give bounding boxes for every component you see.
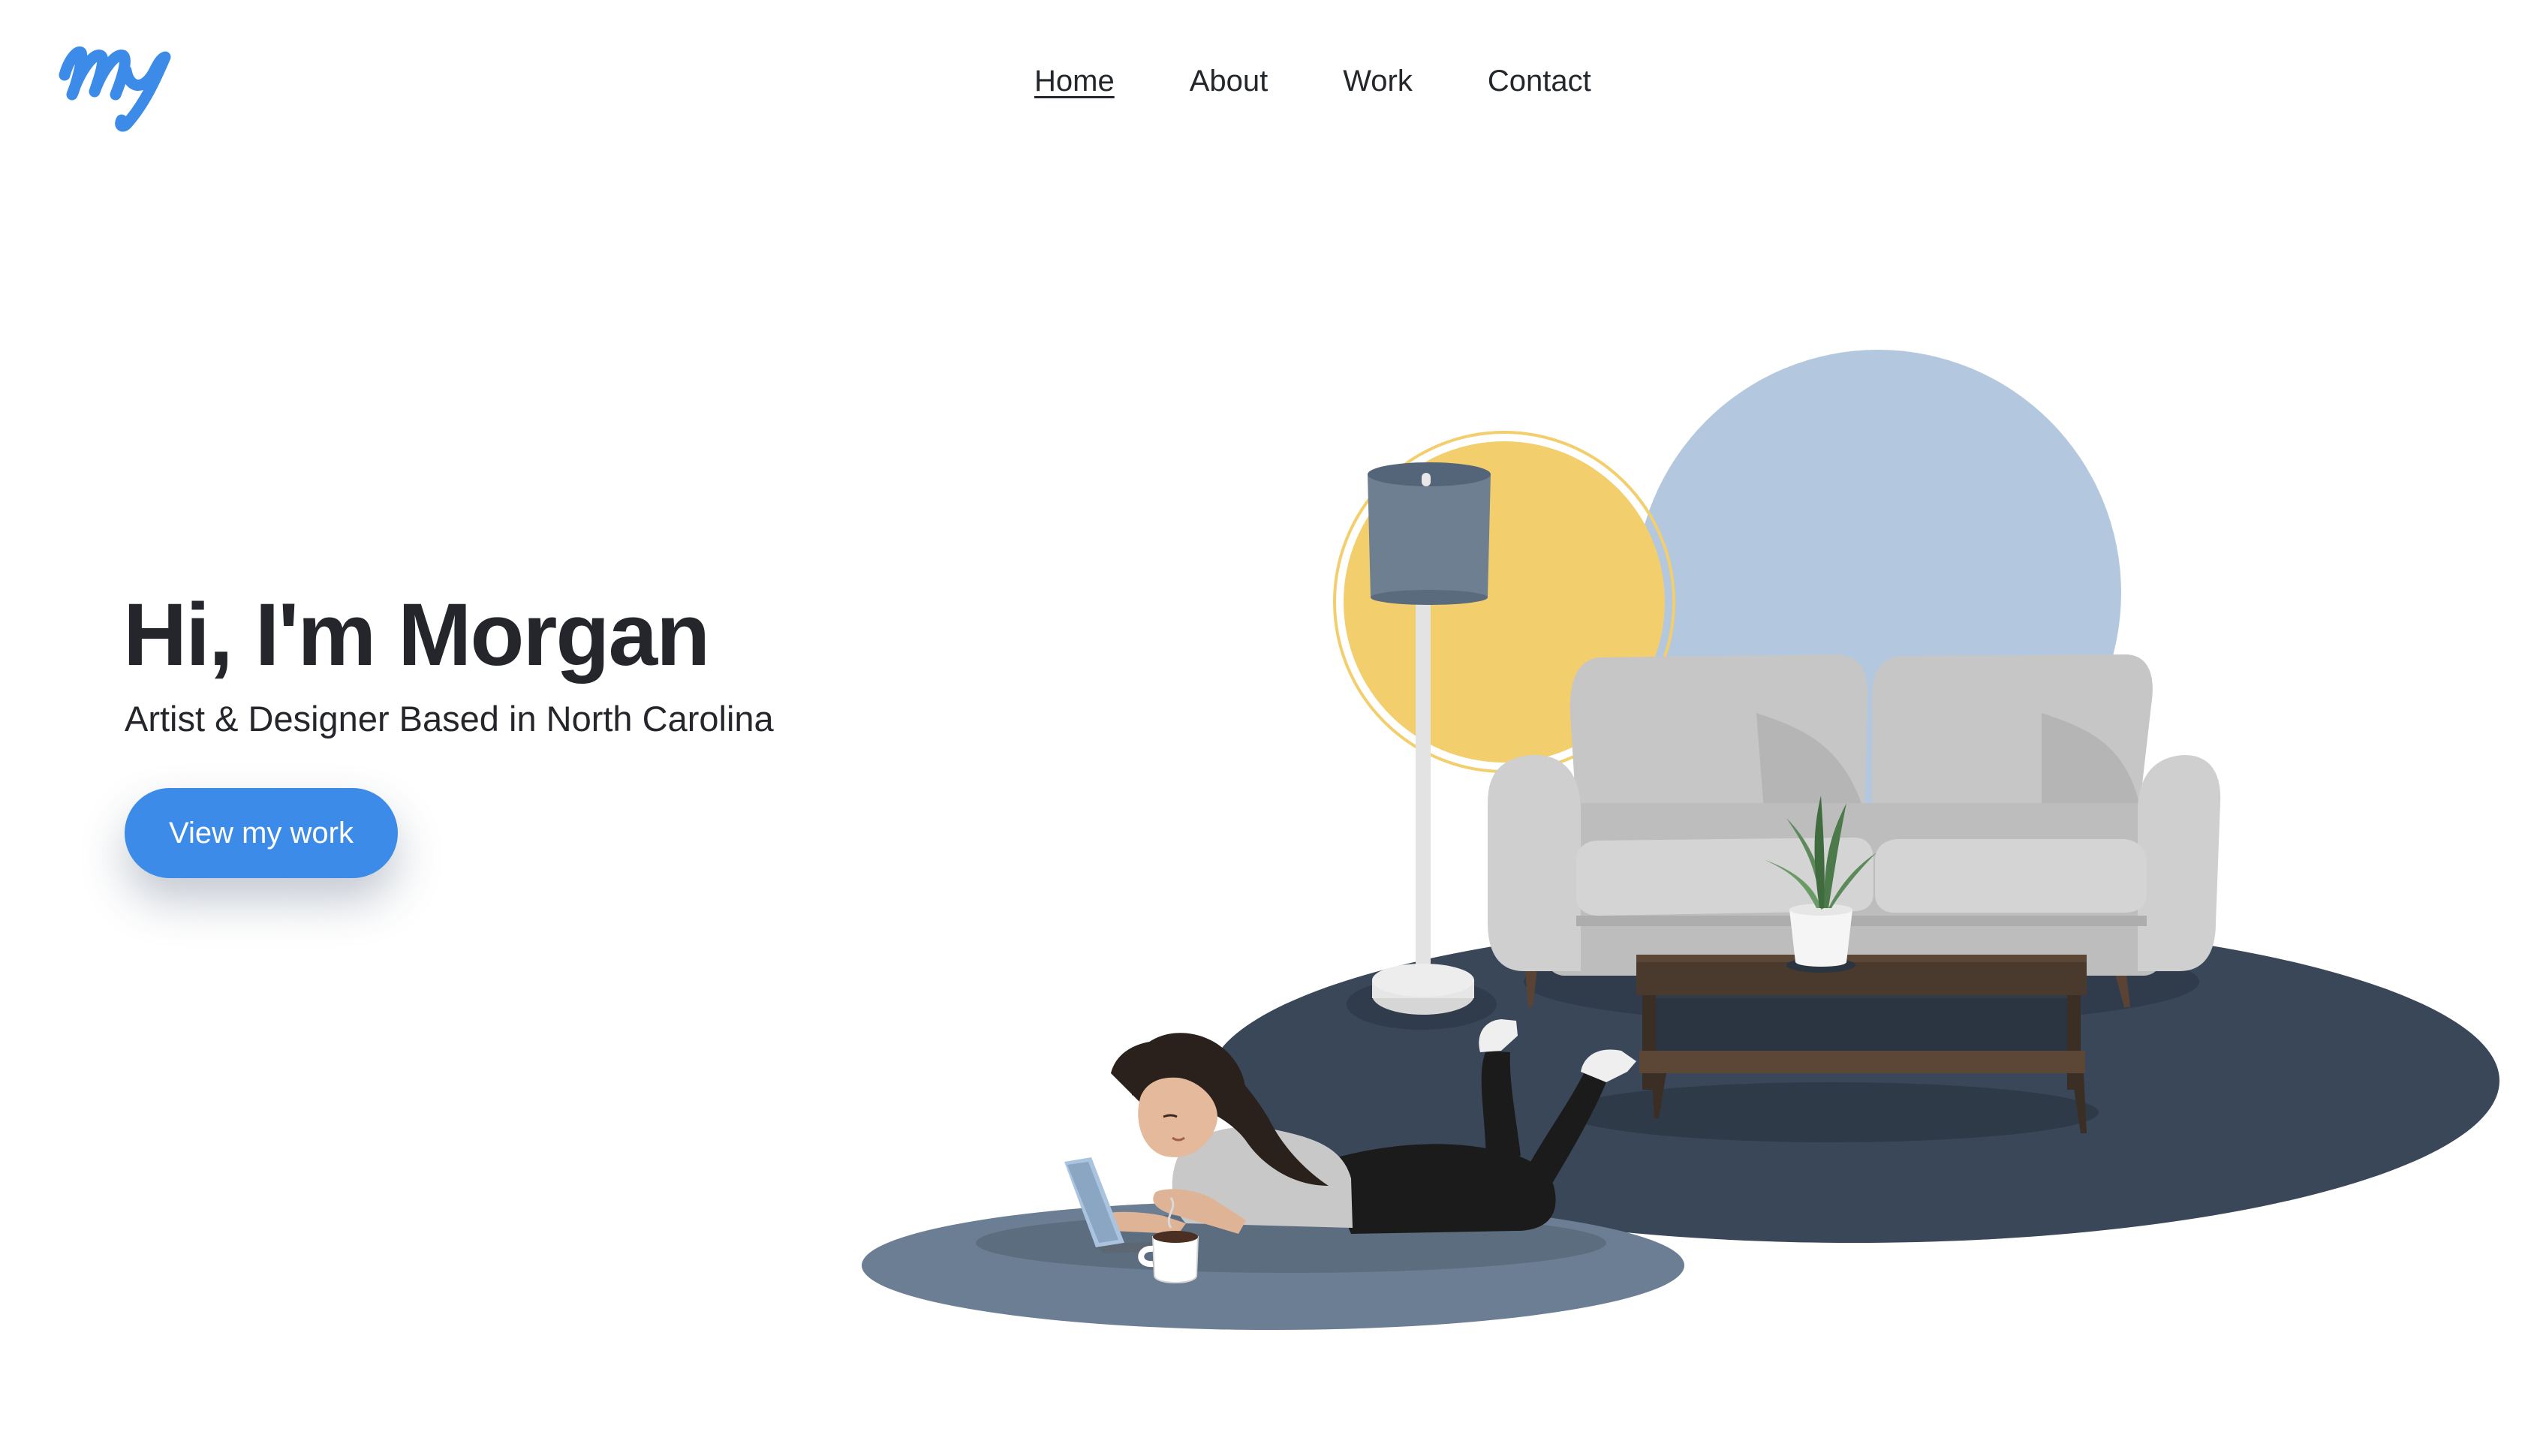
table-shadow <box>1564 1082 2099 1142</box>
nav-about-link[interactable]: About <box>1190 59 1269 104</box>
hero-illustration <box>862 350 2499 1330</box>
view-my-work-button[interactable]: View my work <box>125 788 398 878</box>
hero-title: Hi, I'm Morgan <box>123 585 710 684</box>
hero-subtitle: Artist & Designer Based in North Carolin… <box>125 699 774 739</box>
nav-work-link[interactable]: Work <box>1343 59 1413 104</box>
main-nav: Home About Work Contact <box>1034 59 1666 104</box>
logo-icon[interactable] <box>54 23 182 135</box>
page: Home About Work Contact Hi, I'm Morgan A… <box>0 0 2522 1456</box>
nav-home-link[interactable]: Home <box>1034 59 1115 104</box>
nav-contact-link[interactable]: Contact <box>1488 59 1591 104</box>
couch <box>1488 654 2221 1007</box>
